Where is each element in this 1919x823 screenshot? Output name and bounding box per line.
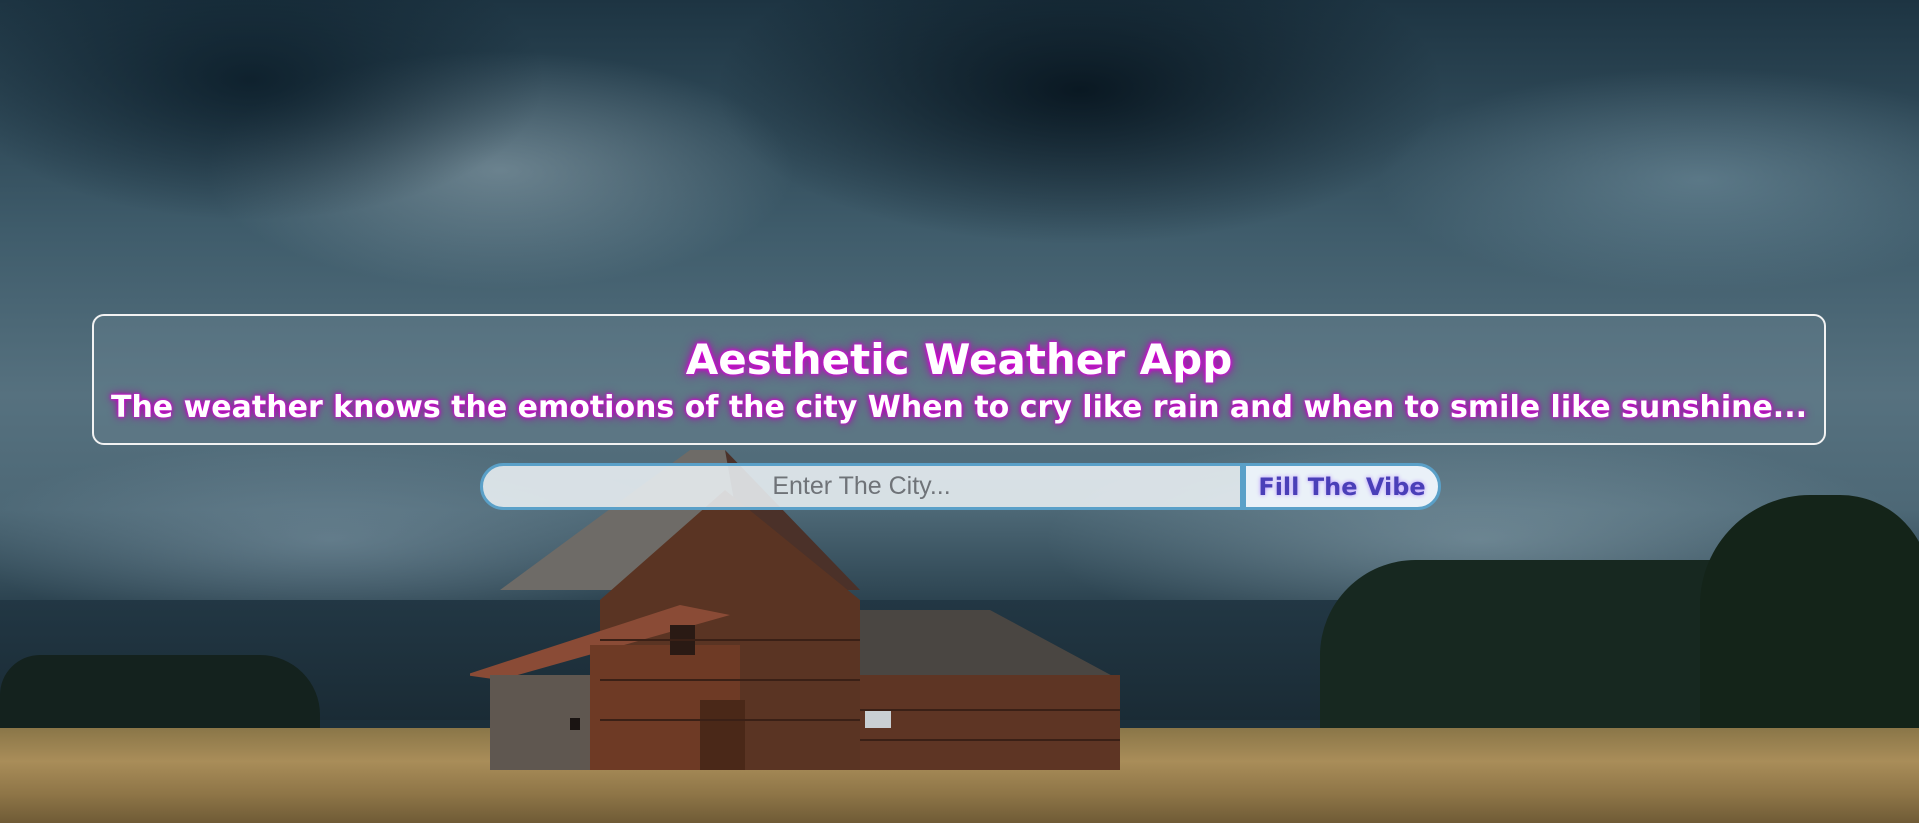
barn-right-roof [860, 610, 1120, 680]
app-tagline: The weather knows the emotions of the ci… [110, 390, 1807, 425]
city-search-input[interactable] [480, 463, 1243, 510]
fill-the-vibe-button[interactable]: Fill The Vibe [1243, 463, 1441, 510]
barn-window [865, 710, 891, 728]
barn-door [700, 700, 745, 770]
barn-small-window [570, 718, 580, 730]
background-trees-right-tall [1700, 495, 1919, 735]
barn-right-wall [860, 675, 1120, 770]
header-panel: Aesthetic Weather App The weather knows … [92, 314, 1826, 445]
search-form: Fill The Vibe [480, 463, 1441, 510]
app-title: Aesthetic Weather App [685, 335, 1233, 384]
